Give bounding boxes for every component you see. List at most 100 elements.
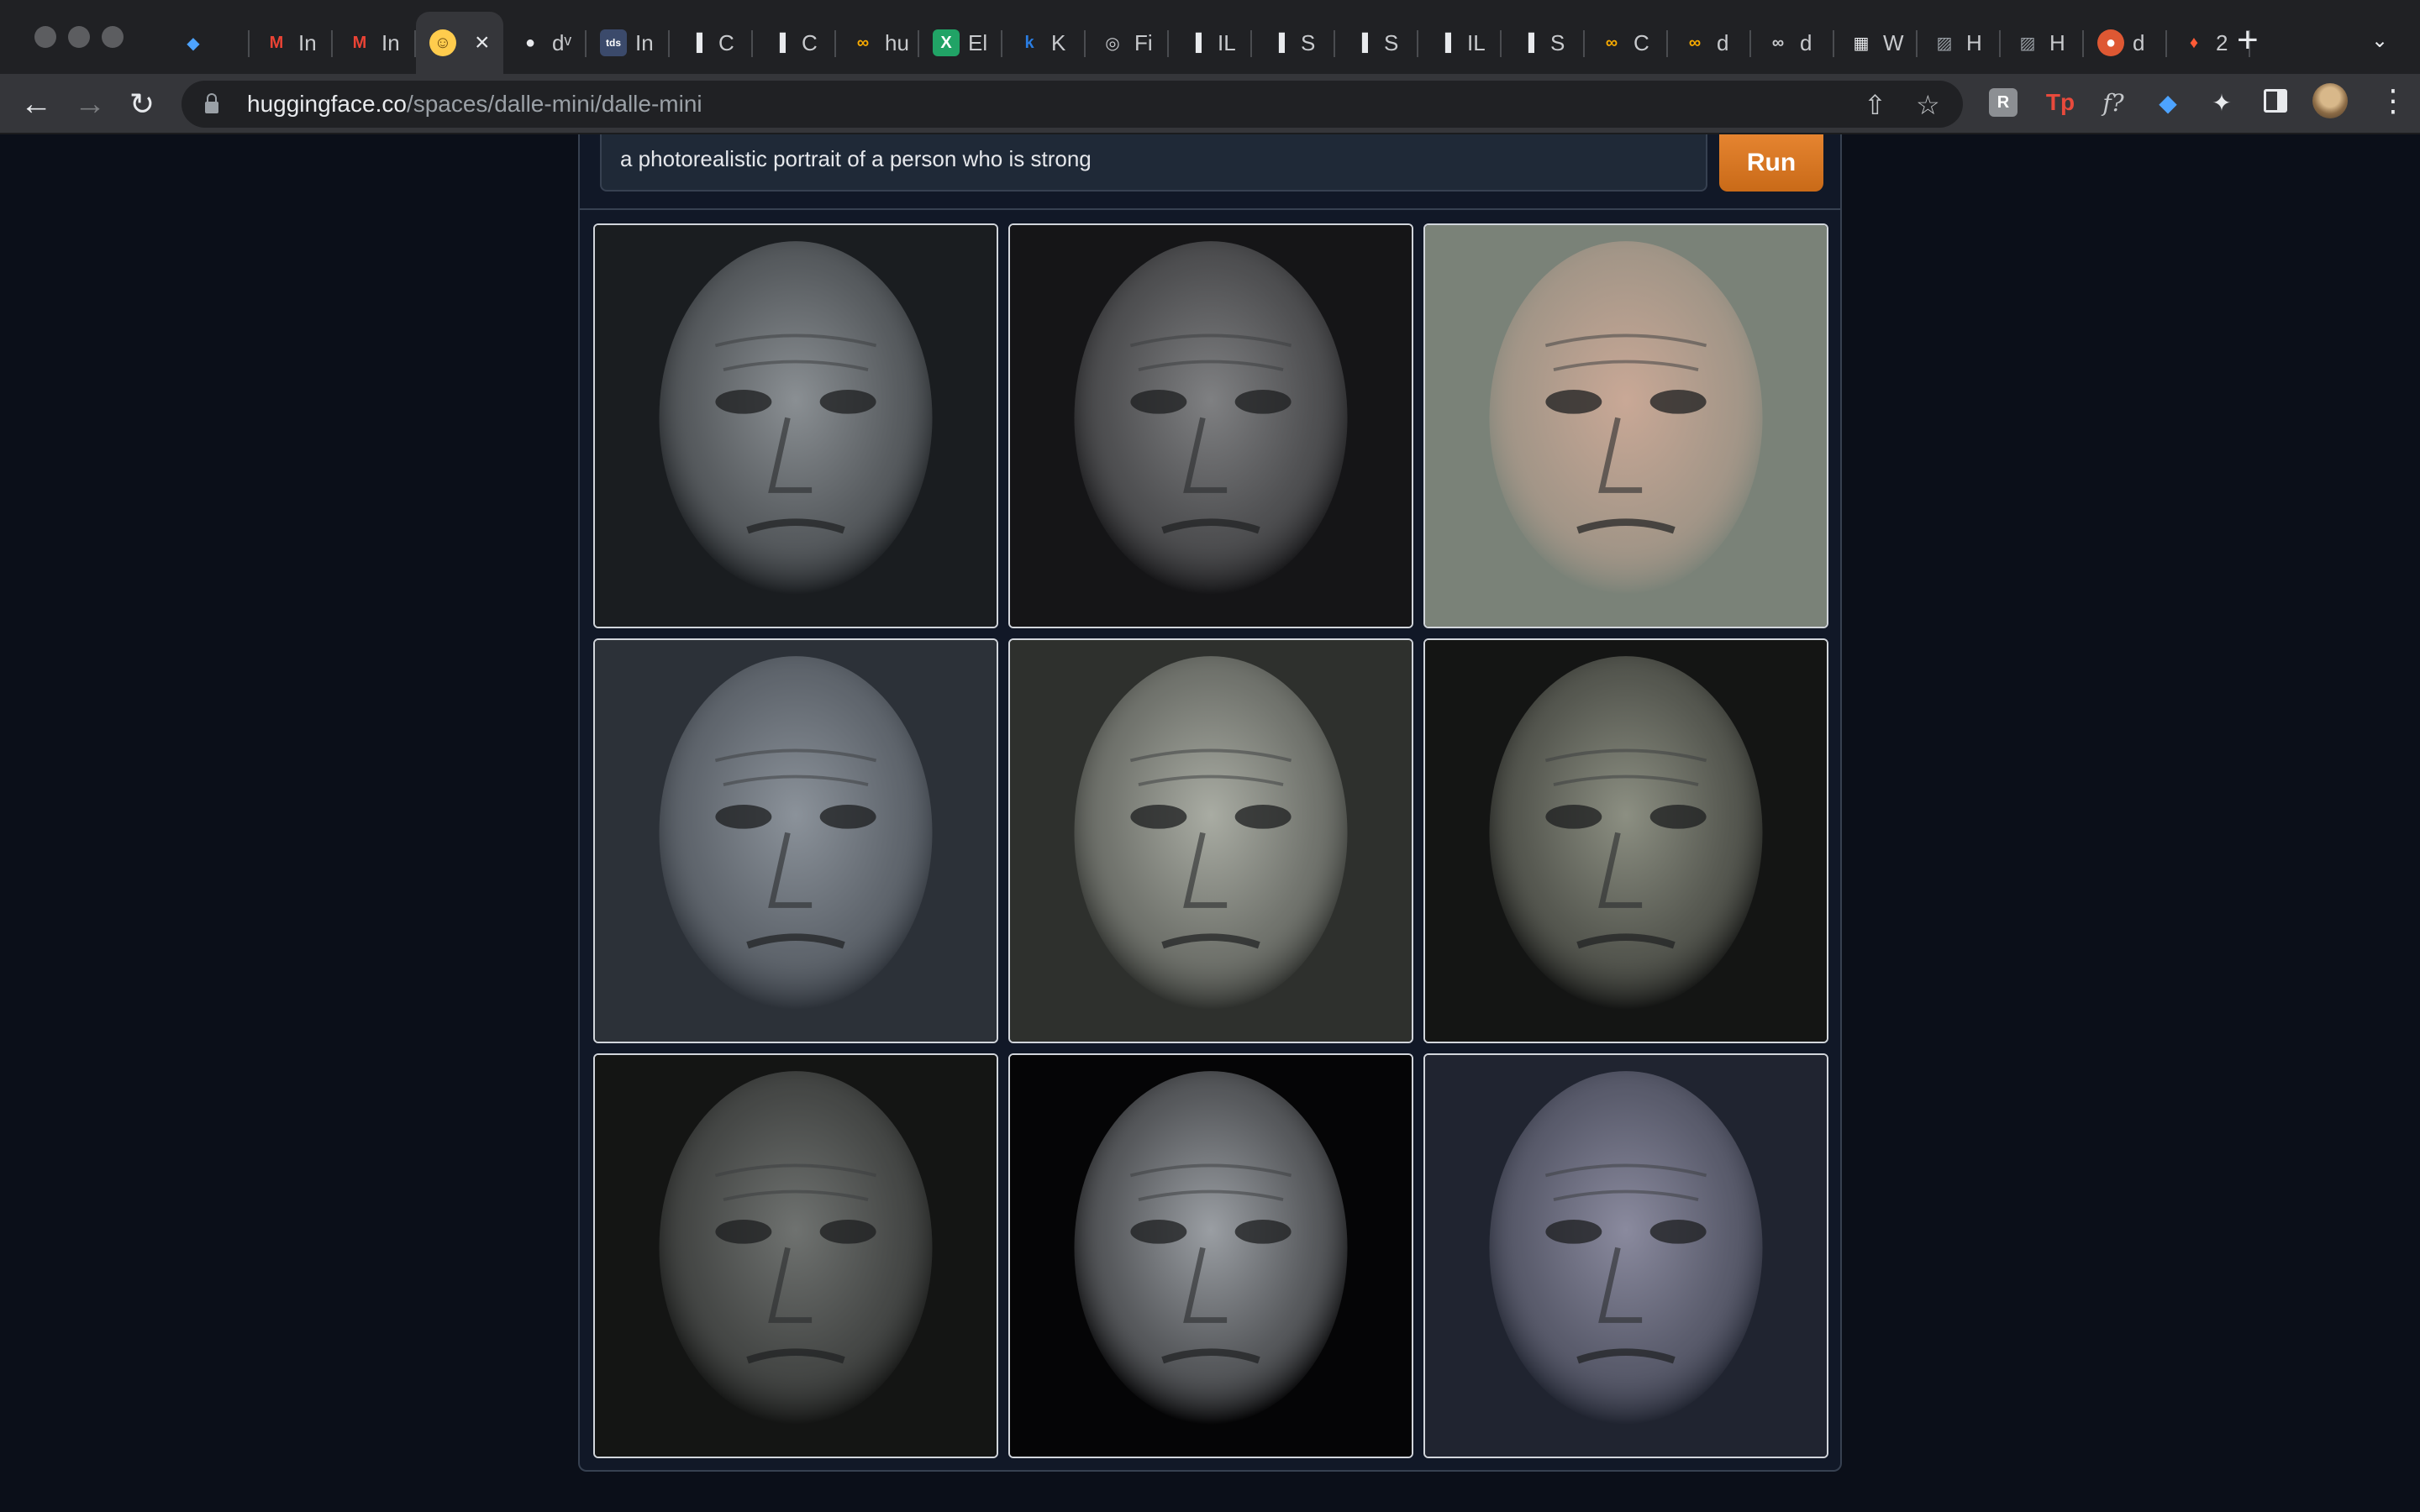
browser-tab[interactable]: ◆ [166, 12, 250, 74]
extension-gem-icon[interactable]: ◆ [2149, 84, 2186, 121]
close-tab-icon[interactable]: × [475, 29, 490, 57]
browser-tab[interactable]: tds In [587, 12, 670, 74]
generated-image[interactable] [593, 1053, 998, 1458]
browser-tab-title: C [718, 29, 734, 55]
prompt-input[interactable]: a photorealistic portrait of a person wh… [600, 134, 1707, 192]
portrait-image [1425, 640, 1827, 1042]
generated-image[interactable] [1423, 638, 1828, 1043]
portrait-image [1425, 225, 1827, 627]
browser-menu-icon[interactable]: ⋮ [2378, 84, 2408, 118]
browser-tab[interactable]: M In [250, 12, 333, 74]
browser-tab-title: In [635, 29, 654, 55]
browser-tab[interactable]: ▨ H [1918, 12, 2001, 74]
browser-tab[interactable]: ∞ hu [836, 12, 919, 74]
side-panel-icon[interactable] [2264, 89, 2287, 113]
tds-icon: tds [600, 29, 627, 56]
browser-tab[interactable]: ◎ Fi [1086, 12, 1169, 74]
browser-tab[interactable]: ▨ H [2001, 12, 2084, 74]
generated-image[interactable] [1423, 1053, 1828, 1458]
url-path: /spaces/dalle-mini/dalle-mini [406, 91, 702, 117]
portrait-image [1425, 1055, 1827, 1457]
browser-tab-strip: ◆ M In M In ☺ × ● dᵛ tds In ▐ C ▐ C ∞ hu X El k K ◎ Fi ▐ IL ▐ S ▐ S ▐… [0, 0, 2420, 82]
browser-tab-title: H [2049, 29, 2065, 55]
github-icon: ● [524, 33, 536, 52]
browser-tab-title: In [381, 29, 400, 55]
notion-icon: ▐ [1355, 33, 1369, 52]
image-icon: ▨ [2019, 34, 2036, 53]
colab-icon: ∞ [1605, 33, 1618, 52]
generated-image[interactable] [593, 223, 998, 628]
notion-icon: ▐ [773, 33, 786, 52]
browser-tab-title: 2 [2216, 29, 2228, 55]
notion-icon: ▐ [1189, 33, 1202, 52]
browser-tab[interactable]: ▐ S [1335, 12, 1418, 74]
portrait-image [595, 1055, 997, 1457]
browser-tab-title: d [1717, 29, 1729, 55]
minimize-window-button[interactable] [68, 26, 90, 48]
generated-image[interactable] [593, 638, 998, 1043]
lock-icon [205, 93, 218, 113]
colab-icon: ∞ [1688, 33, 1702, 52]
portrait-image [1010, 225, 1412, 627]
colab-icon: ∞ [1771, 33, 1785, 52]
browser-tab-title: hu [885, 29, 909, 55]
browser-tab[interactable]: ● dᵛ [503, 12, 587, 74]
browser-tab[interactable]: ▐ C [753, 12, 836, 74]
extension-tp-icon[interactable]: Tp [2042, 84, 2079, 121]
reload-icon[interactable]: ↻ [129, 86, 155, 123]
colab-icon: ∞ [856, 33, 870, 52]
browser-tab[interactable]: X El [919, 12, 1002, 74]
share-icon[interactable]: ⇧ [1864, 89, 1886, 121]
browser-tab[interactable]: ∞ C [1585, 12, 1668, 74]
tab-search-chevron-icon[interactable]: ⌄ [2371, 29, 2388, 53]
gmail-icon: M [352, 33, 367, 52]
excel-icon: X [933, 29, 960, 56]
maximize-window-button[interactable] [102, 26, 124, 48]
browser-tab-title: dᵛ [552, 29, 571, 55]
notion-icon: ▐ [1272, 33, 1286, 52]
generated-image[interactable] [1008, 638, 1413, 1043]
app-panel: a photorealistic portrait of a person wh… [578, 134, 1842, 1472]
address-bar[interactable]: huggingface.co/spaces/dalle-mini/dalle-m… [182, 81, 1963, 128]
generated-image[interactable] [1008, 1053, 1413, 1458]
generated-image[interactable] [1423, 223, 1828, 628]
page-bottom [578, 1472, 1842, 1512]
portrait-image [595, 225, 997, 627]
browser-tab[interactable]: ▦ W [1834, 12, 1918, 74]
browser-tab-title: d [2133, 29, 2145, 55]
portrait-image [1010, 640, 1412, 1042]
gem-icon: ◆ [187, 34, 200, 53]
new-tab-button[interactable]: + [2237, 22, 2259, 59]
browser-tab[interactable]: M In [333, 12, 416, 74]
extension-function-icon[interactable]: f? [2095, 84, 2132, 121]
profile-avatar[interactable] [2312, 83, 2348, 118]
bookmark-star-icon[interactable]: ☆ [1916, 89, 1940, 121]
extensions-puzzle-icon[interactable]: ✦ [2203, 84, 2240, 121]
browser-tab-title: W [1883, 29, 1904, 55]
browser-tab[interactable]: ▐ S [1502, 12, 1585, 74]
browser-tab[interactable]: ▐ S [1252, 12, 1335, 74]
browser-tab[interactable]: kK [1002, 12, 1086, 74]
browser-tab[interactable]: ∞ d [1668, 12, 1751, 74]
browser-tab-title: d [1800, 29, 1812, 55]
browser-tab[interactable]: ▐ C [670, 12, 753, 74]
extension-r-icon[interactable]: R [1989, 88, 2018, 117]
browser-tab[interactable]: ▐ IL [1169, 12, 1252, 74]
forward-arrow-icon[interactable]: → [74, 86, 106, 123]
generated-image[interactable] [1008, 223, 1413, 628]
browser-tab-title: S [1301, 29, 1316, 55]
browser-tab[interactable]: ● d [2084, 12, 2167, 74]
browser-tab[interactable]: ☺ × [416, 12, 503, 74]
back-arrow-icon[interactable]: ← [20, 86, 52, 123]
run-button[interactable]: Run [1719, 134, 1823, 192]
browser-tab[interactable]: ∞ d [1751, 12, 1834, 74]
browser-tab-title: In [298, 29, 317, 55]
close-window-button[interactable] [34, 26, 56, 48]
hugging-face-icon: ☺ [429, 29, 456, 56]
browser-tab-title: H [1966, 29, 1982, 55]
url-host: huggingface.co [247, 91, 407, 117]
browser-tab-title: Fi [1134, 29, 1153, 55]
browser-tab-title: IL [1467, 29, 1486, 55]
browser-tab[interactable]: ▐ IL [1418, 12, 1502, 74]
qr-icon: ▦ [1853, 34, 1870, 53]
